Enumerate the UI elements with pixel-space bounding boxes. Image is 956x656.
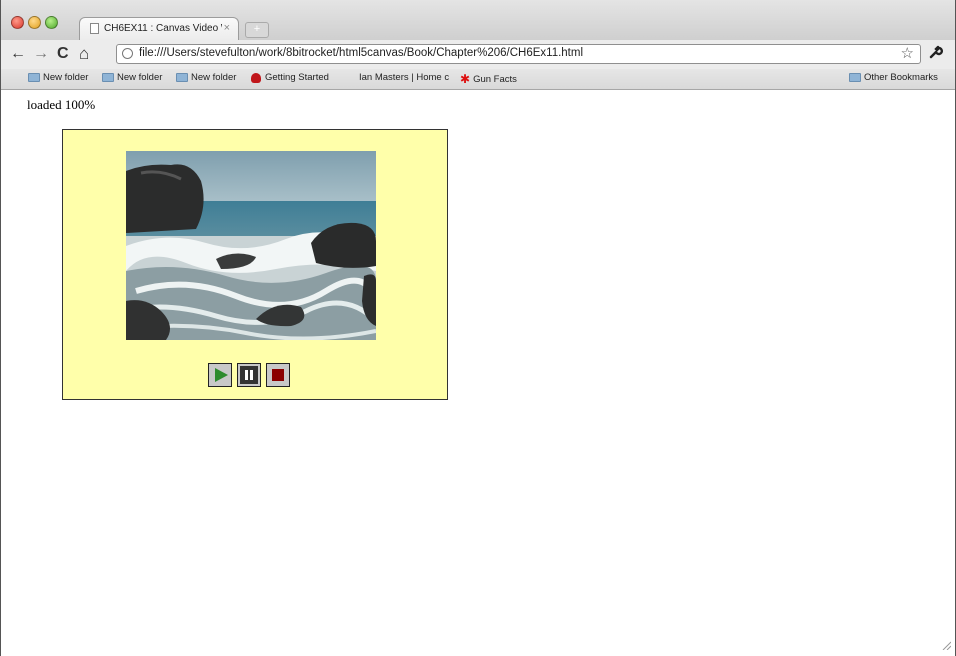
toolbar: ← → C ⌂ file:///Users/stevefulton/work/8… [1,40,956,69]
bookmark-star-icon[interactable]: ☆ [901,45,914,63]
back-button[interactable]: ← [10,45,26,63]
bookmark-label: New folder [191,72,237,83]
page-info-icon[interactable] [122,48,133,59]
reload-button[interactable]: C [57,45,69,63]
new-tab-button[interactable]: + [245,22,269,38]
stop-icon [272,369,284,381]
forward-button[interactable]: → [33,45,49,63]
bookmark-label: Gun Facts [473,73,517,85]
tab-bar: CH6EX11 : Canvas Video Wit × + [1,0,956,40]
bookmark-label: Getting Started [265,72,329,83]
zoom-window-button[interactable] [45,16,58,29]
folder-icon [28,73,40,82]
bookmark-item[interactable]: New folder [28,72,88,83]
other-bookmarks-label: Other Bookmarks [864,72,938,83]
tab-close-icon[interactable]: × [224,21,230,35]
red-icon [251,72,261,83]
bookmark-item[interactable]: Getting Started [251,72,329,83]
stop-button[interactable] [266,363,290,387]
url-text[interactable]: file:///Users/stevefulton/work/8bitrocke… [139,47,583,59]
folder-icon [176,73,188,82]
window-controls [11,16,58,29]
loading-status: loaded 100% [27,97,96,112]
page-content: loaded 100% [1,90,956,656]
tab-title: CH6EX11 : Canvas Video Wit [104,23,222,34]
bookmark-label: New folder [117,72,163,83]
play-button[interactable] [208,363,232,387]
bookmark-label: Ian Masters | Home c [359,72,450,83]
video-canvas[interactable] [62,129,448,400]
play-icon [215,368,228,382]
star-burst-icon: ✱ [460,72,471,86]
pause-icon [240,366,258,384]
wrench-icon[interactable] [929,45,944,64]
folder-icon [849,73,861,82]
resize-grip-icon[interactable] [941,640,951,650]
bookmark-item[interactable]: ✱ Gun Facts [460,72,517,86]
bookmark-item[interactable]: New folder [176,72,236,83]
browser-window: CH6EX11 : Canvas Video Wit × + ← → C ⌂ f… [0,0,956,656]
document-icon [90,23,99,34]
ocean-scene-image [126,151,376,340]
bookmark-item[interactable]: Ian Masters | Home c [359,72,449,83]
other-bookmarks[interactable]: Other Bookmarks [849,72,938,83]
address-bar[interactable]: file:///Users/stevefulton/work/8bitrocke… [116,44,921,64]
pause-button[interactable] [237,363,261,387]
tab-active[interactable]: CH6EX11 : Canvas Video Wit × [79,17,239,40]
close-window-button[interactable] [11,16,24,29]
bookmark-label: New folder [43,72,89,83]
home-button[interactable]: ⌂ [79,45,89,63]
folder-icon [102,73,114,82]
video-frame[interactable] [126,151,376,340]
minimize-window-button[interactable] [28,16,41,29]
video-controls [208,363,290,387]
bookmarks-bar: New folder New folder New folder Getting… [1,69,956,90]
bookmark-item[interactable]: New folder [102,72,162,83]
